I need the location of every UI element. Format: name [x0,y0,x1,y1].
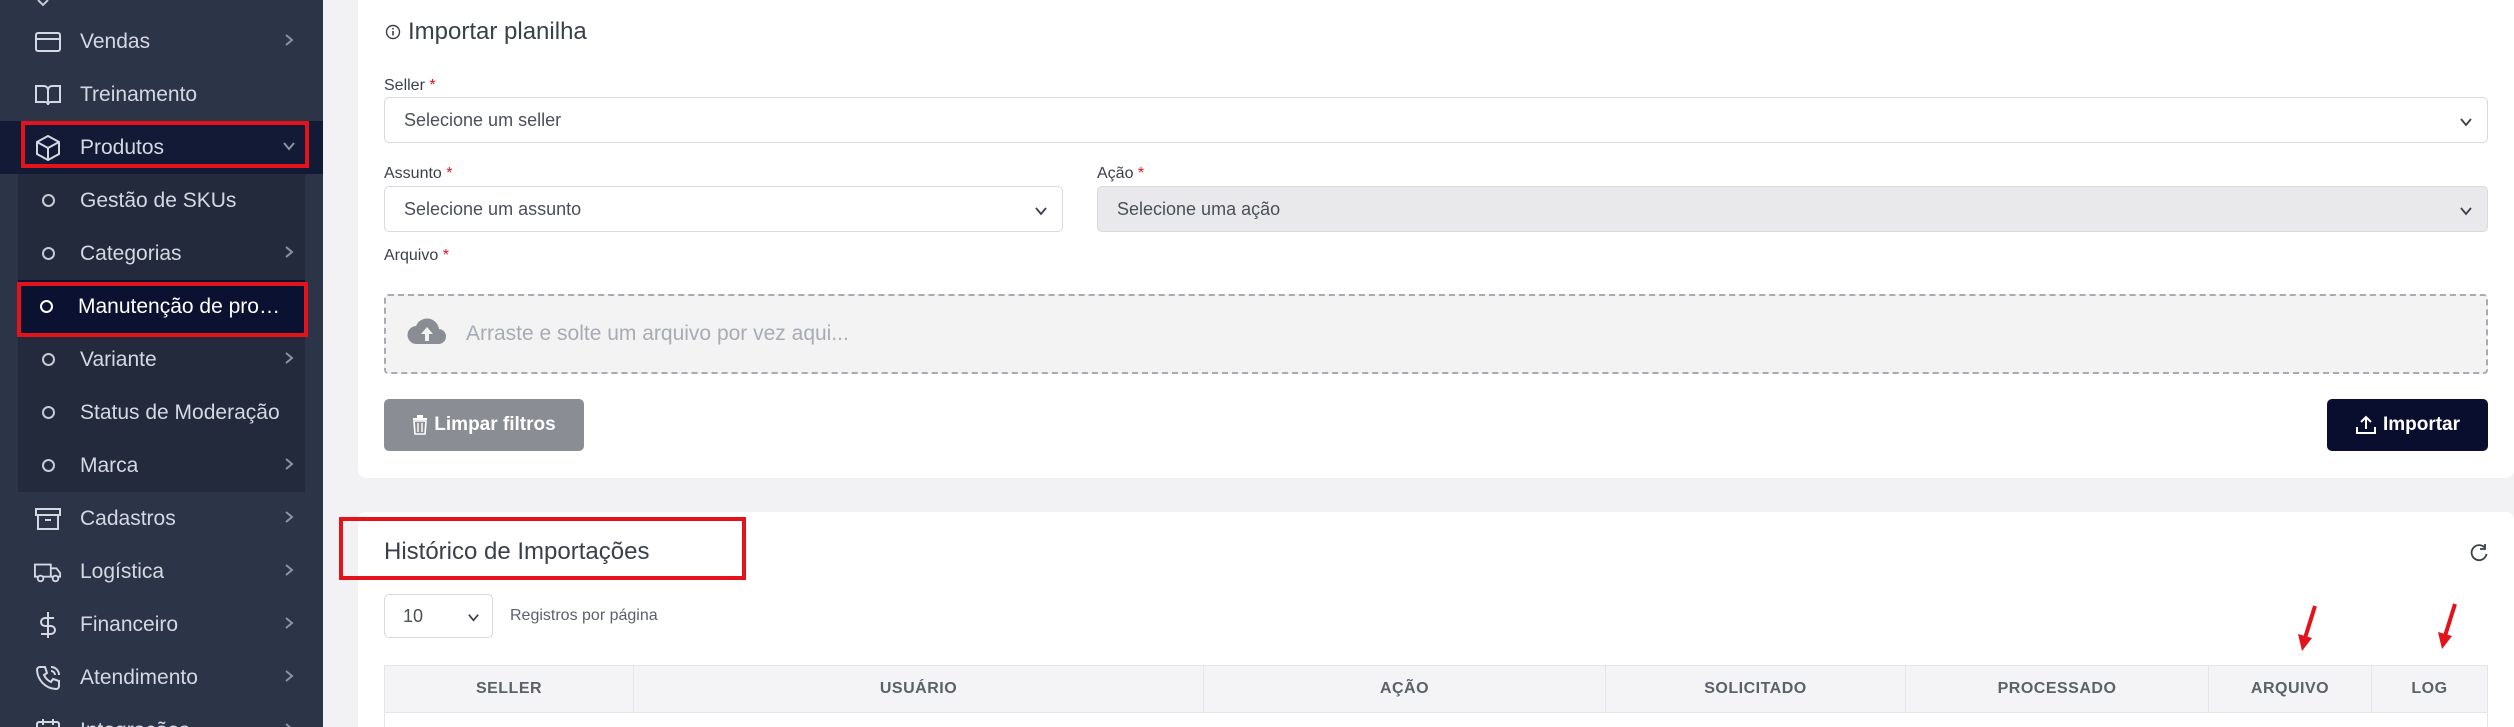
dollar-icon [34,611,62,639]
credit-card-icon [34,28,62,56]
calendar-icon [34,717,62,727]
history-title: Histórico de Importações [384,538,650,565]
circle-icon [40,300,53,313]
chevron-down-icon [2460,118,2472,127]
chevron-right-icon [285,34,294,46]
per-page-label: Registros por página [510,607,658,624]
sidebar: Vendas Treinamento Produtos Gestão de SK… [0,0,323,727]
sidebar-subitem-label: Status de Moderação [80,400,280,424]
per-page-value: 10 [403,605,424,626]
sidebar-subitem-manutencao[interactable]: Manutenção de produtos [18,280,305,333]
circle-icon [42,194,55,207]
import-title: Importar planilha [408,18,587,45]
clear-filters-label: Limpar filtros [434,414,556,435]
arrow-annotation-icon [2298,605,2317,651]
subject-select-value: Selecione um assunto [404,198,582,219]
circle-icon [42,353,55,366]
column-header-processado[interactable]: PROCESSADO [1906,666,2209,712]
chevron-right-icon [285,458,294,470]
sidebar-subitem-variante[interactable]: Variante [18,333,305,386]
info-icon [385,24,401,40]
column-header-acao[interactable]: AÇÃO [1204,666,1606,712]
subject-label: Assunto * [384,165,453,182]
sidebar-subitem-categorias[interactable]: Categorias [18,227,305,280]
cloud-upload-icon [407,318,447,345]
clear-filters-button[interactable]: Limpar filtros [384,399,584,451]
sidebar-item-label: Logística [80,559,165,583]
circle-icon [42,247,55,260]
sidebar-item-atendimento[interactable]: Atendimento [0,651,323,704]
sidebar-item-treinamento[interactable]: Treinamento [0,68,323,121]
sidebar-item-integracoes[interactable]: Integrações [0,704,323,727]
sidebar-item-vendas[interactable]: Vendas [0,15,323,68]
sidebar-subitem-label: Manutenção de produtos [78,294,290,318]
sidebar-subitem-status-moderacao[interactable]: Status de Moderação [18,386,305,439]
sidebar-subitem-label: Gestão de SKUs [80,188,237,212]
table-row [384,713,2488,727]
per-page-select[interactable]: 10 [384,594,493,638]
action-label: Ação * [1097,165,1145,182]
import-label: Importar [2382,414,2461,435]
circle-icon [42,459,55,472]
seller-select[interactable]: Selecione um seller [384,97,2488,143]
sidebar-item-produtos[interactable]: Produtos [0,121,323,174]
chevron-right-icon [285,564,294,576]
column-header-solicitado[interactable]: SOLICITADO [1606,666,1906,712]
dropzone-text: Arraste e solte um arquivo por vez aqui.… [466,322,849,345]
sidebar-item-financeiro[interactable]: Financeiro [0,598,323,651]
seller-label: Seller * [384,77,436,94]
column-header-log[interactable]: LOG [2372,666,2487,712]
chevron-up-icon [37,0,49,7]
sidebar-subitem-label: Categorias [80,241,182,265]
circle-icon [42,406,55,419]
file-dropzone[interactable]: Arraste e solte um arquivo por vez aqui.… [384,294,2488,374]
column-header-seller[interactable]: SELLER [385,666,634,712]
sidebar-item-logistica[interactable]: Logística [0,545,323,598]
truck-icon [34,558,62,586]
chevron-down-icon [2460,207,2472,216]
sidebar-subitem-label: Variante [80,347,157,371]
chevron-right-icon [285,723,292,727]
refresh-icon[interactable] [2468,542,2490,564]
sidebar-item-label: Produtos [80,135,165,159]
chevron-right-icon [285,511,294,523]
import-card [358,0,2514,478]
sidebar-subitem-gestao-skus[interactable]: Gestão de SKUs [18,174,305,227]
phone-icon [34,664,62,692]
action-select-value: Selecione uma ação [1117,198,1281,219]
file-label: Arquivo * [384,247,449,264]
sidebar-item-label: Integrações [80,719,190,727]
archive-icon [34,505,62,533]
import-button[interactable]: Importar [2327,399,2488,451]
sidebar-item-label: Vendas [80,29,151,53]
chevron-right-icon [285,246,294,258]
column-header-usuario[interactable]: USUÁRIO [634,666,1204,712]
sidebar-item-label: Atendimento [80,665,198,689]
chevron-down-icon [283,142,295,151]
subject-select[interactable]: Selecione um assunto [384,186,1063,232]
column-header-arquivo[interactable]: ARQUIVO [2209,666,2372,712]
chevron-down-icon [1035,207,1047,216]
sidebar-item-label: Financeiro [80,612,179,636]
sidebar-item-label: Treinamento [80,82,198,106]
chevron-right-icon [285,670,294,682]
book-icon [34,81,62,109]
trash-icon [413,415,428,435]
box-icon [34,134,62,162]
upload-icon [2355,415,2376,434]
chevron-down-icon [468,614,479,622]
seller-select-value: Selecione um seller [404,109,562,130]
sidebar-subitem-label: Marca [80,453,139,477]
action-select[interactable]: Selecione uma ação [1097,186,2488,232]
sidebar-subitem-marca[interactable]: Marca [18,439,305,492]
chevron-right-icon [285,352,294,364]
sidebar-item-cadastros[interactable]: Cadastros [0,492,323,545]
history-table-header: SELLER USUÁRIO AÇÃO SOLICITADO PROCESSAD… [384,665,2488,713]
chevron-right-icon [285,617,294,629]
sidebar-item-label: Cadastros [80,506,176,530]
arrow-annotation-icon [2438,603,2457,649]
